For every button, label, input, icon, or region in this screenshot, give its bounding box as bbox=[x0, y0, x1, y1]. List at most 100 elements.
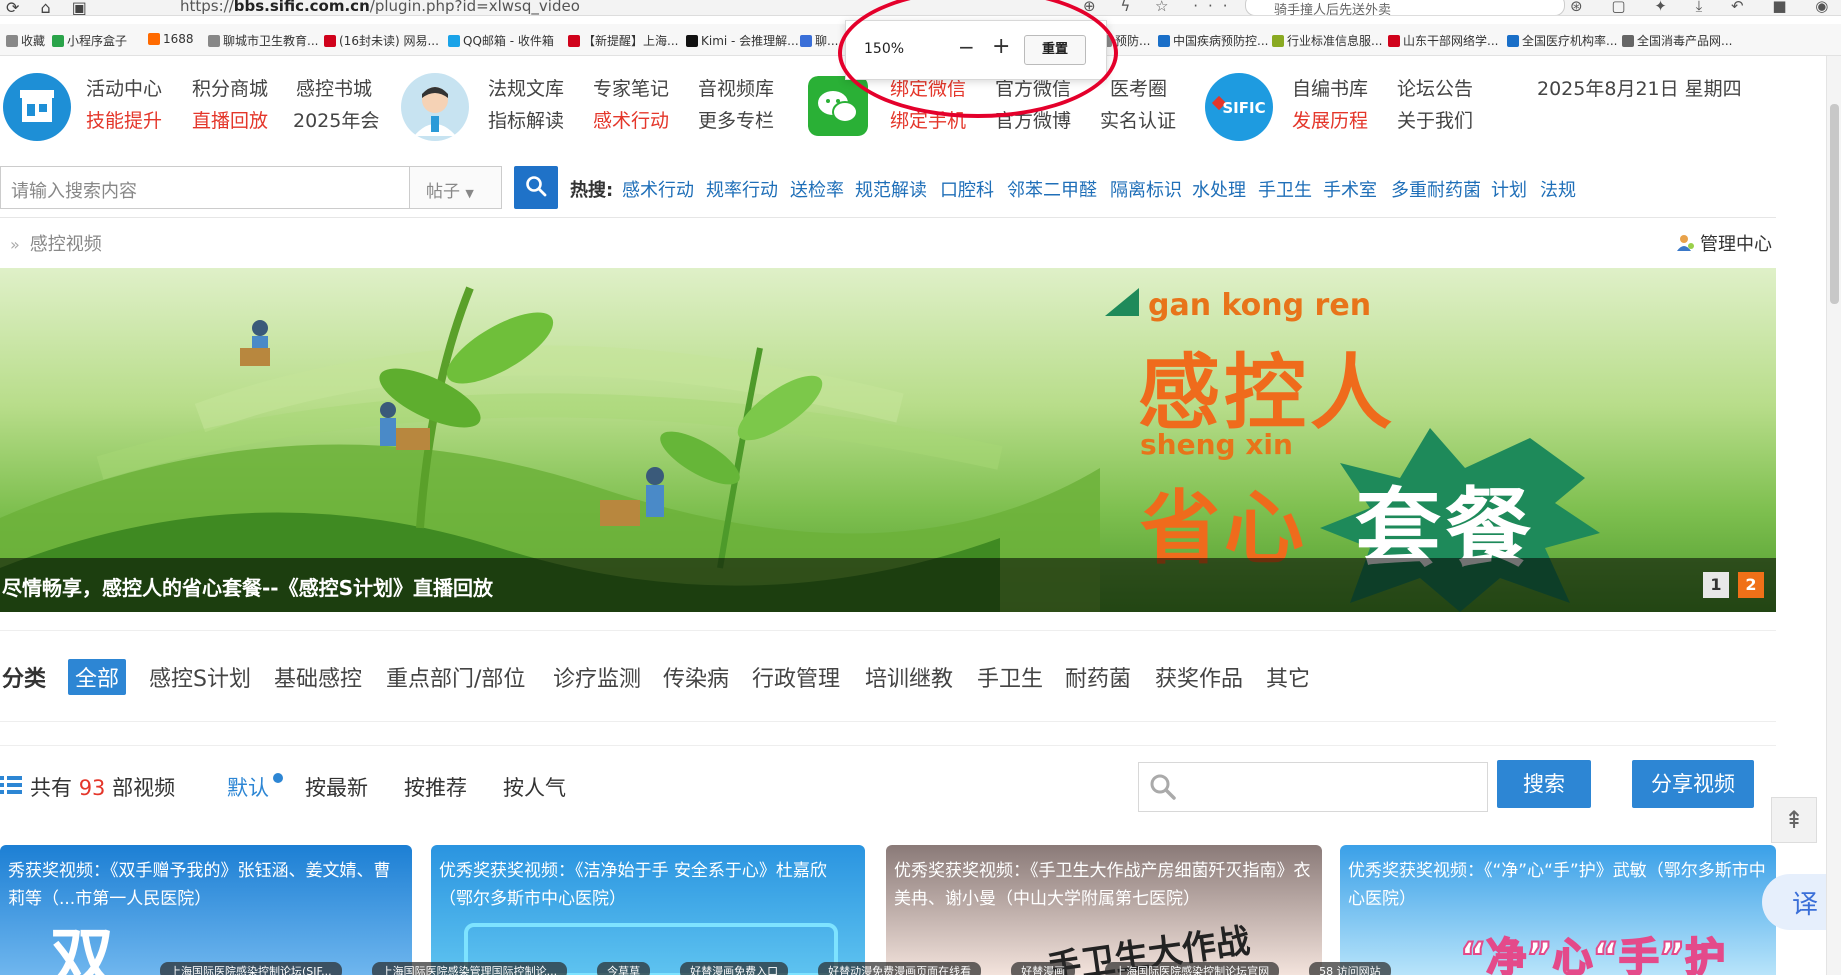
nav-history[interactable]: 发展历程 bbox=[1292, 106, 1368, 133]
hero-banner[interactable]: gan kong ren 感控人 sheng xin 省心 套餐 尽情畅享，感控… bbox=[0, 268, 1776, 612]
site-search-input[interactable]: 请输入搜索内容 bbox=[0, 166, 410, 209]
video-card-title[interactable]: 优秀奖获奖视频：《手卫生大作战产房细菌歼灭指南》衣美冉、谢小曼（中山大学附属第七… bbox=[894, 857, 1312, 913]
category-item[interactable]: 耐药菌 bbox=[1065, 661, 1131, 693]
video-card-title[interactable]: 优秀奖获奖视频：《洁净始于手 安全系于心》杜嘉欣（鄂尔多斯市中心医院） bbox=[439, 857, 855, 913]
nav-expert-notes[interactable]: 专家笔记 bbox=[593, 74, 669, 101]
video-search-input[interactable] bbox=[1138, 762, 1488, 812]
banner-page-1[interactable]: 1 bbox=[1703, 572, 1729, 598]
nav-av-library[interactable]: 音视频库 bbox=[698, 74, 774, 101]
video-card-title[interactable]: 秀获奖视频：《双手赠予我的》张钰涵、姜文婧、曹莉等（...市第一人民医院） bbox=[8, 857, 402, 913]
hot-search-link[interactable]: 手卫生 bbox=[1258, 176, 1312, 202]
overlay-tab[interactable]: 今草草 bbox=[597, 962, 651, 975]
page-scrollbar[interactable] bbox=[1826, 56, 1841, 975]
category-item[interactable]: 其它 bbox=[1266, 661, 1310, 693]
nav-action[interactable]: 感术行动 bbox=[593, 106, 669, 133]
hot-search-link[interactable]: 多重耐药菌 bbox=[1391, 176, 1481, 202]
nav-more-columns[interactable]: 更多专栏 bbox=[698, 106, 774, 133]
search-type-select[interactable]: 帖子 ▼ bbox=[409, 166, 502, 209]
bookmark-item[interactable]: 【新提醒】上海... bbox=[568, 32, 678, 49]
hot-search-link[interactable]: 规范解读 bbox=[855, 176, 927, 202]
banner-page-2[interactable]: 2 bbox=[1738, 572, 1764, 598]
back-to-top-button[interactable]: ⇞ bbox=[1771, 797, 1817, 843]
translate-button[interactable]: 译 bbox=[1762, 874, 1832, 930]
video-card[interactable]: 优秀奖获奖视频：《“净”心“手”护》武敏（鄂尔多斯市中心医院） “净”心“手”护 bbox=[1340, 845, 1776, 975]
sort-default[interactable]: 默认 bbox=[227, 772, 269, 802]
bookmark-item[interactable]: (16封未读) 网易... bbox=[324, 32, 439, 49]
bookmark-item[interactable]: 全国消毒产品网... bbox=[1622, 32, 1732, 49]
category-item[interactable]: 培训继教 bbox=[865, 661, 953, 693]
overlay-tab[interactable]: 上海国际医院感染控制论坛官网 bbox=[1105, 962, 1280, 975]
category-item[interactable]: 获奖作品 bbox=[1155, 661, 1243, 693]
nav-realname-auth[interactable]: 实名认证 bbox=[1100, 106, 1176, 133]
category-item[interactable]: 诊疗监测 bbox=[553, 661, 641, 693]
category-item[interactable]: 传染病 bbox=[663, 661, 729, 693]
bookmark-item[interactable]: Kimi - 会推理解... bbox=[686, 32, 799, 49]
breadcrumb-current[interactable]: 感控视频 bbox=[30, 234, 102, 255]
nav-announcement[interactable]: 论坛公告 bbox=[1397, 74, 1473, 101]
overlay-tab[interactable]: 上海国际医院感染控制论坛(SIF... bbox=[160, 962, 342, 975]
bookmark-item[interactable]: 全国医疗机构率... bbox=[1507, 32, 1617, 49]
bookmark-item[interactable]: 收藏 bbox=[6, 32, 45, 49]
url-field[interactable]: https://bbs.sific.com.cn/plugin.php?id=x… bbox=[180, 0, 580, 15]
hot-search-link[interactable]: 计划 bbox=[1491, 176, 1527, 202]
zoom-reset-button[interactable]: 重置 bbox=[1024, 35, 1086, 65]
bookmark-item[interactable]: 行业标准信息服... bbox=[1272, 32, 1382, 49]
overlay-tab[interactable]: 58 访问网站 bbox=[1309, 962, 1391, 975]
hot-search-link[interactable]: 邻苯二甲醛 bbox=[1007, 176, 1097, 202]
hot-search-link[interactable]: 口腔科 bbox=[940, 176, 994, 202]
bookmark-item[interactable]: 小程序盒子 bbox=[52, 32, 127, 49]
sort-newest[interactable]: 按最新 bbox=[305, 772, 368, 802]
video-card-title[interactable]: 优秀奖获奖视频：《“净”心“手”护》武敏（鄂尔多斯市中心医院） bbox=[1348, 857, 1766, 913]
overlay-tab[interactable]: 好替动漫免费漫画页面在线看 bbox=[818, 962, 982, 975]
bookmark-item[interactable]: 1688 bbox=[148, 32, 194, 46]
bookmark-item[interactable]: 聊城市卫生教育... bbox=[208, 32, 318, 49]
nav-bind-phone[interactable]: 绑定手机 bbox=[890, 106, 966, 133]
extension-icons[interactable]: ⊛ ▢ ✦ ⤓ ↶ ■ ◉ bbox=[1570, 0, 1840, 15]
nav-self-books[interactable]: 自编书库 bbox=[1292, 74, 1368, 101]
overlay-tab[interactable]: 好替漫画免费入口 bbox=[680, 962, 789, 975]
nav-official-weibo[interactable]: 官方微博 bbox=[995, 106, 1071, 133]
search-button[interactable] bbox=[514, 166, 558, 209]
zoom-out-button[interactable]: − bbox=[958, 35, 975, 59]
bookmark-item[interactable]: 预防... bbox=[1100, 32, 1150, 49]
video-card[interactable]: 优秀奖获奖视频：《手卫生大作战产房细菌歼灭指南》衣美冉、谢小曼（中山大学附属第七… bbox=[886, 845, 1322, 975]
hot-search-link[interactable]: 感术行动 bbox=[622, 176, 694, 202]
nav-live-replay[interactable]: 直播回放 bbox=[192, 106, 268, 133]
hot-search-link[interactable]: 手术室 bbox=[1323, 176, 1377, 202]
bookmark-item[interactable]: QQ邮箱 - 收件箱 bbox=[448, 32, 554, 49]
nav-skill-up[interactable]: 技能提升 bbox=[86, 106, 162, 133]
nav-bookstore[interactable]: 感控书城 bbox=[296, 74, 372, 101]
sort-popular[interactable]: 按人气 bbox=[503, 772, 566, 802]
nav-regulations[interactable]: 法规文库 bbox=[488, 74, 564, 101]
category-item[interactable]: 手卫生 bbox=[977, 661, 1043, 693]
nav-about-us[interactable]: 关于我们 bbox=[1397, 106, 1473, 133]
category-item[interactable]: 重点部门/部位 bbox=[386, 661, 525, 693]
nav-points-mall[interactable]: 积分商城 bbox=[192, 74, 268, 101]
bookmark-item[interactable]: 山东干部网络学... bbox=[1388, 32, 1498, 49]
category-item[interactable]: 感控S计划 bbox=[149, 661, 251, 693]
hot-search-link[interactable]: 法规 bbox=[1540, 176, 1576, 202]
scrollbar-thumb[interactable] bbox=[1830, 104, 1839, 304]
browser-nav-icons[interactable]: ⟳ ⌂ ▣ bbox=[6, 0, 95, 15]
category-item[interactable]: 全部 bbox=[68, 659, 127, 695]
bookmark-item[interactable]: 聊... bbox=[800, 32, 838, 49]
category-item[interactable]: 基础感控 bbox=[274, 661, 362, 693]
sort-recommended[interactable]: 按推荐 bbox=[404, 772, 467, 802]
manage-center-link[interactable]: 管理中心 bbox=[1676, 230, 1772, 256]
nav-activity-center[interactable]: 活动中心 bbox=[86, 74, 162, 101]
video-card[interactable]: 秀获奖视频：《双手赠予我的》张钰涵、姜文婧、曹莉等（...市第一人民医院） 双 bbox=[0, 845, 412, 975]
zoom-in-button[interactable]: + bbox=[992, 34, 1010, 59]
overlay-tab[interactable]: 好替漫画 bbox=[1011, 962, 1076, 975]
video-card[interactable]: 优秀奖获奖视频：《洁净始于手 安全系于心》杜嘉欣（鄂尔多斯市中心医院） bbox=[431, 845, 865, 975]
browser-search-field[interactable]: 骑手撞人后先送外卖 bbox=[1245, 0, 1565, 15]
nav-annual-meeting[interactable]: 2025年会 bbox=[293, 106, 379, 133]
overlay-tab[interactable]: 上海国际医院感染管理国际控制论... bbox=[371, 962, 568, 975]
share-video-button[interactable]: 分享视频 bbox=[1632, 760, 1754, 808]
hot-search-link[interactable]: 规率行动 bbox=[706, 176, 778, 202]
category-item[interactable]: 行政管理 bbox=[752, 661, 840, 693]
hot-search-link[interactable]: 水处理 bbox=[1192, 176, 1246, 202]
hot-search-link[interactable]: 隔离标识 bbox=[1110, 176, 1182, 202]
bookmark-item[interactable]: 中国疾病预防控... bbox=[1158, 32, 1268, 49]
hot-search-link[interactable]: 送检率 bbox=[790, 176, 844, 202]
nav-exam-circle[interactable]: 医考圈 bbox=[1110, 74, 1167, 101]
